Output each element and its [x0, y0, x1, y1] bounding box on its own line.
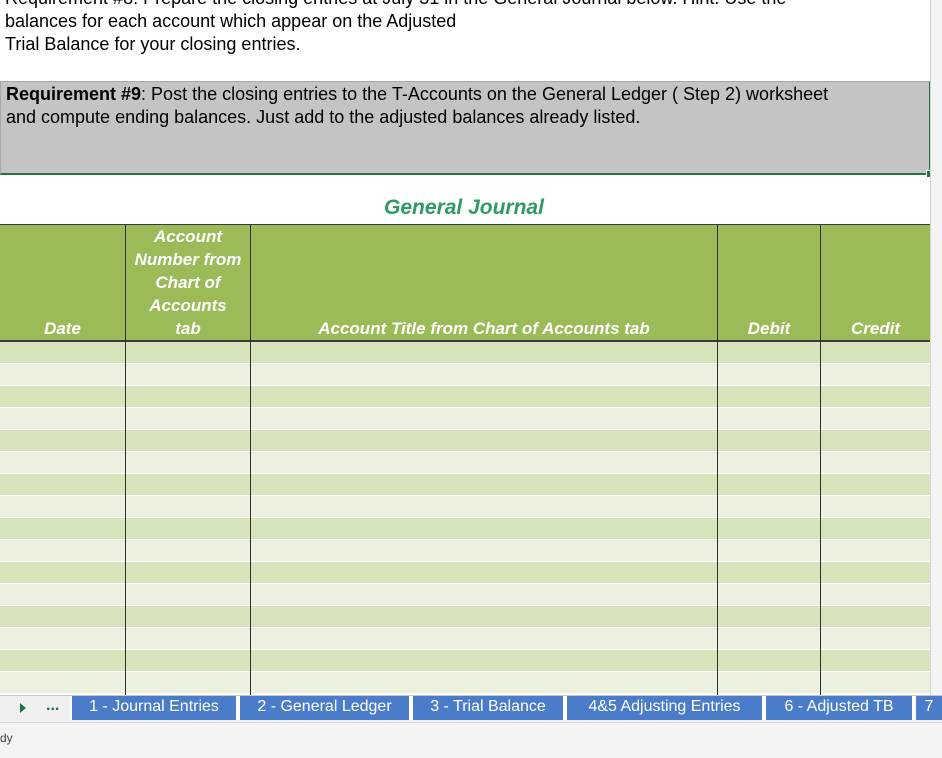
table-row[interactable]: [0, 650, 930, 672]
table-row[interactable]: [0, 452, 930, 474]
header-account-number-label: Account Number from Chart of Accounts ta…: [126, 225, 250, 340]
header-debit-label: Debit: [747, 319, 791, 338]
column-divider: [717, 225, 718, 695]
requirement-8-line-3: Trial Balance for your closing entries.: [5, 34, 301, 54]
tab-general-ledger[interactable]: 2 - General Ledger: [238, 696, 411, 720]
table-row[interactable]: [0, 540, 930, 562]
header-date[interactable]: Date: [0, 225, 125, 340]
table-row[interactable]: [0, 364, 930, 386]
table-row[interactable]: [0, 606, 930, 628]
tab-trial-balance[interactable]: 3 - Trial Balance: [411, 696, 565, 720]
status-text: dy: [0, 731, 13, 745]
status-bar: dy: [0, 722, 942, 758]
header-account-title[interactable]: Account Title from Chart of Accounts tab: [251, 225, 717, 340]
general-journal-title: General Journal: [384, 196, 544, 219]
tab-adjusted-tb[interactable]: 6 - Adjusted TB: [764, 696, 914, 720]
header-date-label: Date: [44, 319, 81, 338]
table-row[interactable]: [0, 474, 930, 496]
table-row[interactable]: [0, 628, 930, 650]
more-tabs-button[interactable]: ...: [46, 697, 59, 715]
table-row[interactable]: [0, 518, 930, 540]
header-account-number[interactable]: Account Number from Chart of Accounts ta…: [126, 225, 250, 340]
table-row[interactable]: [0, 496, 930, 518]
table-row[interactable]: [0, 408, 930, 430]
column-divider: [820, 225, 821, 695]
requirement-9-line-1: Requirement #9: Post the closing entries…: [6, 83, 828, 106]
sheet-tab-bar: ... 1 - Journal Entries 2 - General Ledg…: [0, 695, 942, 723]
table-row[interactable]: [0, 562, 930, 584]
column-divider: [125, 225, 126, 695]
requirement-9-line-2: and compute ending balances. Just add to…: [6, 107, 641, 127]
header-account-title-label: Account Title from Chart of Accounts tab: [318, 319, 650, 338]
tab-7[interactable]: 7: [914, 696, 942, 720]
requirement-8-line-1: Requirement #8: Prepare the closing entr…: [5, 0, 786, 10]
tab-scroll-right-icon[interactable]: [20, 703, 26, 713]
header-account-number-line-5: tab: [175, 319, 201, 338]
header-account-number-line-2: Number from: [134, 250, 242, 269]
tab-adjusting-entries[interactable]: 4&5 Adjusting Entries: [565, 696, 764, 720]
header-credit-label: Credit: [850, 319, 901, 338]
journal-rows: [0, 342, 930, 695]
table-row[interactable]: [0, 584, 930, 606]
header-account-number-line-3: Chart of: [155, 273, 221, 292]
requirement-9-label: Requirement #9: [6, 84, 142, 104]
table-row[interactable]: [0, 672, 930, 694]
header-account-number-line-1: Account: [154, 227, 222, 246]
tab-journal-entries[interactable]: 1 - Journal Entries: [70, 696, 238, 720]
table-row[interactable]: [0, 342, 930, 364]
requirement-8-line-2: balances for each account which appear o…: [5, 11, 457, 31]
column-divider: [250, 225, 251, 695]
header-account-number-line-4: Accounts: [149, 296, 227, 315]
table-row[interactable]: [0, 386, 930, 408]
journal-header-row: Date Account Number from Chart of Accoun…: [0, 225, 930, 342]
header-debit[interactable]: Debit: [718, 225, 820, 340]
requirement-9-cell[interactable]: Requirement #9: Post the closing entries…: [0, 81, 931, 175]
header-credit[interactable]: Credit: [821, 225, 930, 340]
vertical-scrollbar[interactable]: [930, 0, 942, 695]
table-row[interactable]: [0, 430, 930, 452]
requirement-9-text: : Post the closing entries to the T-Acco…: [141, 84, 829, 104]
requirement-8-cell[interactable]: Requirement #8: Prepare the closing entr…: [0, 0, 930, 80]
